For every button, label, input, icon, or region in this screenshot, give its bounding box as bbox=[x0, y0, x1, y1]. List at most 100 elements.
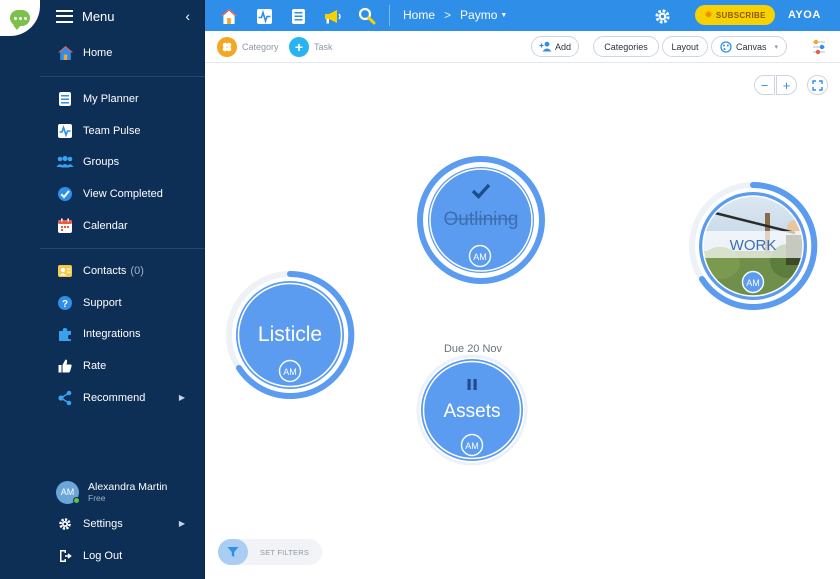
collapse-chevron-icon[interactable]: ‹ bbox=[185, 8, 190, 24]
bubble-work[interactable]: WORK AM bbox=[689, 181, 818, 310]
pulse-icon bbox=[56, 122, 74, 140]
chevron-down-icon: ▾ bbox=[774, 43, 779, 51]
sidebar-item-calendar[interactable]: Calendar bbox=[0, 210, 205, 242]
sidebar-item-groups[interactable]: Groups bbox=[0, 146, 205, 178]
menu-title: Menu bbox=[82, 8, 115, 24]
hamburger-icon[interactable] bbox=[56, 9, 73, 23]
menu-header[interactable]: Menu ‹ bbox=[56, 6, 196, 26]
avatar-initials: AM bbox=[746, 278, 760, 288]
sidebar-item-integrations[interactable]: Integrations bbox=[0, 318, 205, 350]
bubble-outlining[interactable]: Outlining AM bbox=[417, 156, 545, 284]
add-category-button[interactable]: Category bbox=[217, 35, 279, 59]
chat-icon[interactable] bbox=[0, 0, 40, 36]
add-label: Add bbox=[554, 41, 571, 52]
sidebar: Menu ‹ Home My Planner Team Pulse Groups… bbox=[0, 0, 205, 579]
calendar-icon bbox=[56, 217, 74, 235]
sidebar-item-team-pulse[interactable]: Team Pulse bbox=[0, 115, 205, 147]
svg-text:?: ? bbox=[62, 299, 68, 310]
category-label: Category bbox=[242, 42, 279, 52]
palette-icon bbox=[720, 40, 732, 53]
home-icon[interactable] bbox=[218, 5, 240, 27]
home-icon bbox=[56, 44, 74, 62]
bubbles-layer: Outlining AM WORK AM Listicle AM Due 20 … bbox=[226, 156, 818, 466]
share-icon bbox=[56, 389, 74, 407]
caret-right-icon: ▶ bbox=[178, 519, 185, 529]
puzzle-icon bbox=[56, 325, 74, 343]
contacts-icon bbox=[56, 262, 74, 280]
categories-button[interactable]: Categories bbox=[593, 36, 659, 57]
check-icon bbox=[56, 185, 74, 203]
canvas-label: Canvas bbox=[735, 41, 767, 52]
app-logo: AYOA bbox=[788, 9, 821, 21]
bubble-title: Assets bbox=[443, 401, 500, 422]
caret-right-icon: ▶ bbox=[178, 393, 185, 403]
sidebar-item-label: View Completed bbox=[83, 187, 163, 200]
sidebar-item-my-planner[interactable]: My Planner bbox=[0, 83, 205, 115]
sidebar-divider bbox=[40, 248, 205, 249]
sidebar-item-recommend[interactable]: Recommend ▶ bbox=[0, 382, 205, 414]
thumbs-up-icon bbox=[56, 357, 74, 375]
topbar-divider bbox=[389, 5, 390, 26]
set-filters-button[interactable]: SET FILTERS bbox=[218, 539, 322, 565]
sidebar-item-support[interactable]: ? Support bbox=[0, 287, 205, 319]
filter-icon bbox=[218, 539, 248, 565]
layout-button[interactable]: Layout bbox=[662, 36, 708, 57]
sidebar-item-label: Calendar bbox=[83, 219, 128, 232]
groups-icon bbox=[56, 153, 74, 171]
gear-icon bbox=[56, 515, 74, 533]
chevron-down-icon[interactable]: ▼ bbox=[500, 12, 507, 19]
sidebar-item-rate[interactable]: Rate bbox=[0, 350, 205, 382]
contacts-count: (0) bbox=[130, 264, 144, 277]
bubble-title: WORK bbox=[730, 237, 777, 254]
sidebar-item-label: Team Pulse bbox=[83, 124, 141, 137]
avatar: AM bbox=[56, 480, 80, 504]
sidebar-item-contacts[interactable]: Contacts (0) bbox=[0, 255, 205, 287]
gear-icon[interactable] bbox=[651, 5, 673, 27]
search-icon[interactable] bbox=[356, 5, 378, 27]
avatar-initials: AM bbox=[473, 252, 487, 262]
subscribe-button[interactable]: ✹ SUBSCRIBE bbox=[695, 5, 775, 25]
sidebar-item-label: My Planner bbox=[83, 92, 139, 105]
user-plan: Free bbox=[88, 492, 106, 503]
toolbar: Category + Task Add Categories Layout Ca… bbox=[205, 31, 840, 63]
sidebar-item-label: Integrations bbox=[83, 328, 141, 341]
sidebar-item-settings[interactable]: Settings ▶ bbox=[0, 508, 205, 540]
breadcrumb-home[interactable]: Home bbox=[403, 8, 435, 22]
bubble-assets[interactable]: Due 20 Nov Assets AM bbox=[416, 343, 528, 466]
planner-icon[interactable] bbox=[287, 5, 309, 27]
due-date-label: Due 20 Nov bbox=[444, 343, 503, 355]
sidebar-item-home[interactable]: Home bbox=[0, 37, 205, 69]
category-icon bbox=[217, 37, 237, 57]
canvas-dropdown[interactable]: Canvas ▾ bbox=[711, 36, 787, 57]
megaphone-icon[interactable] bbox=[321, 5, 343, 27]
help-icon: ? bbox=[56, 294, 74, 312]
user-profile[interactable]: AM Alexandra Martin Free bbox=[56, 478, 196, 506]
breadcrumb: Home > Paymo ▼ bbox=[403, 8, 507, 22]
sidebar-item-logout[interactable]: Log Out bbox=[0, 540, 205, 572]
sidebar-item-label: Groups bbox=[83, 156, 120, 169]
bubble-listicle[interactable]: Listicle AM bbox=[226, 270, 355, 399]
crown-icon: ✹ bbox=[704, 9, 713, 21]
add-user-icon bbox=[539, 41, 552, 52]
sidebar-item-view-completed[interactable]: View Completed bbox=[0, 178, 205, 210]
sliders-icon[interactable] bbox=[811, 39, 827, 55]
pulse-icon[interactable] bbox=[253, 5, 275, 27]
planner-icon bbox=[56, 90, 74, 108]
sidebar-item-label: Contacts bbox=[83, 264, 127, 277]
avatar-initials: AM bbox=[283, 367, 297, 377]
add-button[interactable]: Add bbox=[531, 36, 579, 57]
add-task-button[interactable]: + Task bbox=[289, 35, 333, 59]
filters-label: SET FILTERS bbox=[260, 547, 310, 557]
sidebar-item-label: Support bbox=[83, 296, 122, 309]
sidebar-item-label: Log Out bbox=[83, 549, 123, 562]
avatar-initials: AM bbox=[60, 487, 75, 497]
subscribe-label: SUBSCRIBE bbox=[715, 10, 766, 20]
sidebar-item-label: Rate bbox=[83, 359, 107, 372]
sidebar-divider bbox=[40, 76, 205, 77]
breadcrumb-separator-icon: > bbox=[444, 8, 452, 22]
breadcrumb-board[interactable]: Paymo bbox=[460, 8, 497, 22]
user-name: Alexandra Martin bbox=[88, 480, 168, 493]
avatar-initials: AM bbox=[465, 441, 479, 451]
task-label: Task bbox=[314, 42, 333, 52]
mind-map-canvas[interactable]: − + Outlining AM WORK AM Listicle AM Due… bbox=[205, 63, 840, 579]
